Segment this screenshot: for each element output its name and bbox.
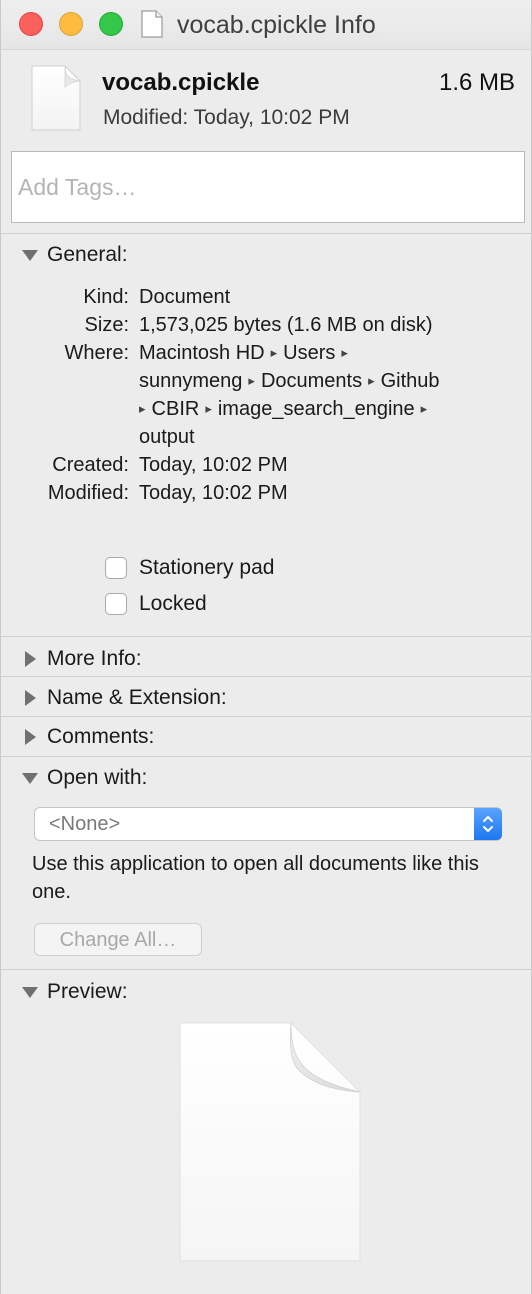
where-path-line-2: sunnymeng ▸ Documents ▸ Github [139, 367, 440, 395]
path-separator-icon: ▸ [205, 401, 212, 416]
section-more-info-toggle[interactable]: More Info: [21, 644, 142, 674]
path-separator-icon: ▸ [420, 401, 428, 416]
section-general-title: General: [47, 243, 128, 266]
separator [1, 676, 531, 677]
where-path-line-4: output [139, 423, 195, 451]
path-component: output [139, 426, 195, 448]
document-icon [31, 65, 81, 131]
disclosure-closed-icon [21, 728, 39, 746]
document-preview-icon [179, 1022, 361, 1262]
zoom-button[interactable] [99, 12, 123, 36]
where-path-line-1: Macintosh HD ▸ Users ▸ [139, 339, 354, 367]
close-button[interactable] [19, 12, 43, 36]
size-label: Size: [84, 314, 129, 336]
section-more-info-title: More Info: [47, 647, 142, 670]
chevron-up-down-icon [483, 816, 493, 832]
size-value: 1,573,025 bytes (1.6 MB on disk) [139, 314, 433, 336]
modified-value: Today, 10:02 PM [139, 482, 288, 504]
change-all-button[interactable]: Change All… [34, 923, 202, 956]
disclosure-open-icon [21, 246, 39, 264]
disclosure-open-icon [21, 769, 39, 787]
document-icon [141, 10, 163, 38]
separator [1, 756, 531, 757]
path-separator-icon: ▸ [368, 373, 375, 388]
path-component: Documents [260, 370, 363, 392]
path-separator-icon: ▸ [270, 345, 278, 360]
kind-label: Kind: [83, 286, 129, 308]
created-label: Created: [52, 454, 129, 476]
open-with-description: Use this application to open all documen… [32, 853, 479, 903]
popup-arrows-icon [474, 808, 502, 840]
file-name: vocab.cpickle [102, 69, 260, 96]
path-separator-icon: ▸ [248, 373, 255, 388]
locked-row[interactable]: Locked [105, 590, 207, 618]
disclosure-closed-icon [21, 650, 39, 668]
where-label: Where: [64, 342, 129, 364]
section-preview-title: Preview: [47, 980, 128, 1003]
path-component: sunnymeng [139, 370, 243, 392]
section-preview-toggle[interactable]: Preview: [21, 977, 128, 1007]
locked-checkbox[interactable] [105, 593, 127, 615]
modified-label: Modified: [47, 482, 129, 504]
separator [1, 636, 531, 637]
section-open-with-toggle[interactable]: Open with: [21, 763, 147, 793]
path-component: Github [380, 370, 440, 392]
locked-label[interactable]: Locked [139, 590, 207, 618]
open-with-popup[interactable]: <None> [34, 807, 502, 841]
where-path-line-3: ▸ CBIR ▸ image_search_engine ▸ [139, 395, 433, 423]
section-open-with-title: Open with: [47, 766, 148, 789]
stationery-pad-row[interactable]: Stationery pad [105, 554, 274, 582]
separator [1, 233, 531, 234]
section-name-extension-title: Name & Extension: [47, 686, 227, 709]
created-value: Today, 10:02 PM [139, 454, 288, 476]
stationery-pad-label[interactable]: Stationery pad [139, 554, 274, 582]
kind-value: Document [139, 286, 231, 308]
section-comments-toggle[interactable]: Comments: [21, 722, 154, 752]
minimize-button[interactable] [59, 12, 83, 36]
separator [1, 716, 531, 717]
path-component: Users [283, 342, 336, 364]
path-separator-icon: ▸ [341, 345, 348, 360]
title-bar[interactable]: vocab.cpickle Info [1, 0, 531, 50]
section-general-toggle[interactable]: General: [21, 240, 128, 270]
tags-input[interactable] [11, 151, 525, 223]
path-component: Macintosh HD [139, 342, 265, 364]
path-separator-icon: ▸ [139, 401, 146, 416]
path-component: CBIR [151, 398, 200, 420]
path-component: image_search_engine [217, 398, 415, 420]
open-with-selected: <None> [49, 813, 121, 835]
section-comments-title: Comments: [47, 725, 155, 748]
info-window: vocab.cpickle Info vocab.cpickle 1.6 MB … [0, 0, 532, 1294]
separator [1, 969, 531, 970]
disclosure-open-icon [21, 983, 39, 1001]
window-title: vocab.cpickle Info [177, 11, 376, 39]
stationery-pad-checkbox[interactable] [105, 557, 127, 579]
file-modified: Modified: Today, 10:02 PM [103, 106, 350, 129]
file-size: 1.6 MB [438, 69, 515, 96]
disclosure-closed-icon [21, 689, 39, 707]
section-name-extension-toggle[interactable]: Name & Extension: [21, 683, 227, 713]
